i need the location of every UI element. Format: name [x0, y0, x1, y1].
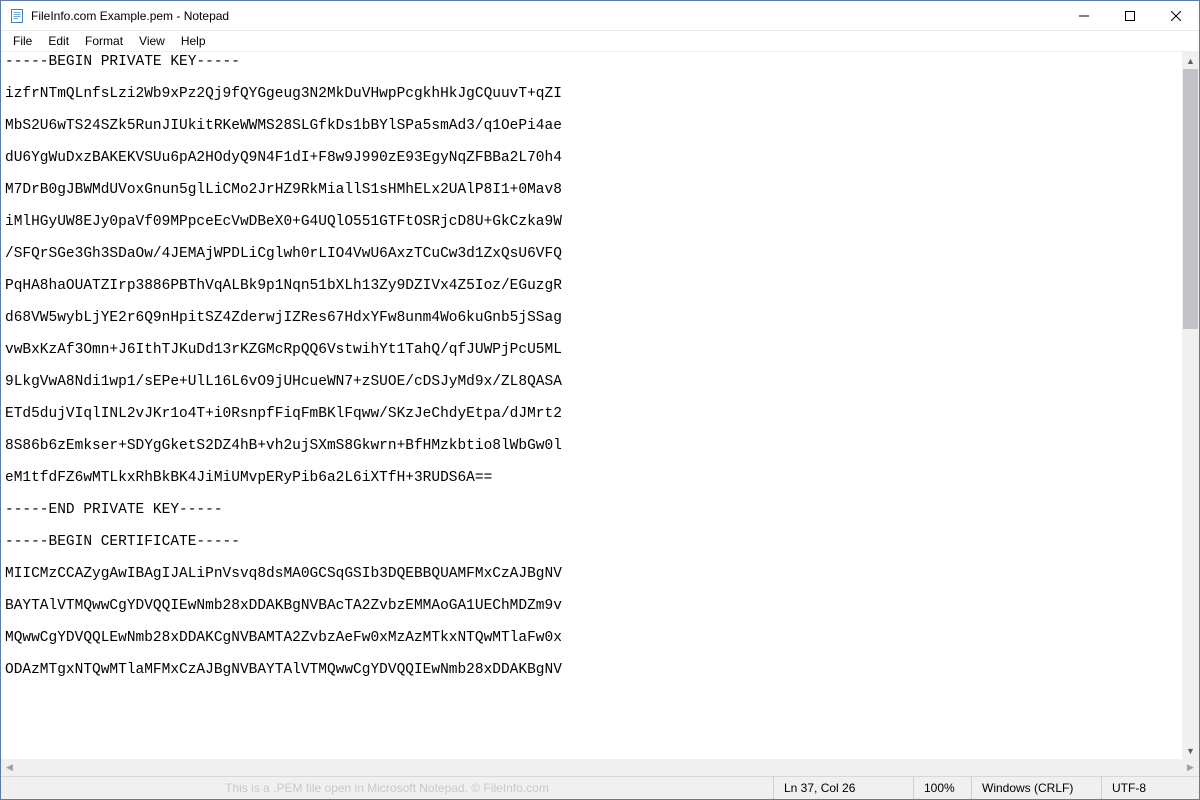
- scroll-up-arrow-icon[interactable]: ▲: [1182, 52, 1199, 69]
- scrollbar-thumb[interactable]: [1183, 69, 1198, 329]
- editor-area: -----BEGIN PRIVATE KEY----- izfrNTmQLnfs…: [1, 52, 1199, 759]
- menu-format[interactable]: Format: [77, 32, 131, 50]
- status-line-col: Ln 37, Col 26: [773, 777, 913, 799]
- notepad-app-icon: [9, 8, 25, 24]
- horizontal-scrollbar[interactable]: ◀ ▶: [1, 759, 1199, 776]
- text-editor[interactable]: -----BEGIN PRIVATE KEY----- izfrNTmQLnfs…: [1, 52, 1182, 759]
- menu-file[interactable]: File: [5, 32, 40, 50]
- vertical-scrollbar[interactable]: ▲ ▼: [1182, 52, 1199, 759]
- window-title: FileInfo.com Example.pem - Notepad: [31, 9, 229, 23]
- status-zoom: 100%: [913, 777, 971, 799]
- status-line-ending: Windows (CRLF): [971, 777, 1101, 799]
- notepad-window: FileInfo.com Example.pem - Notepad File …: [0, 0, 1200, 800]
- scroll-right-arrow-icon[interactable]: ▶: [1182, 759, 1199, 776]
- menu-view[interactable]: View: [131, 32, 173, 50]
- maximize-button[interactable]: [1107, 1, 1153, 31]
- close-button[interactable]: [1153, 1, 1199, 31]
- menubar: File Edit Format View Help: [1, 31, 1199, 52]
- scroll-down-arrow-icon[interactable]: ▼: [1182, 742, 1199, 759]
- minimize-button[interactable]: [1061, 1, 1107, 31]
- status-encoding: UTF-8: [1101, 777, 1199, 799]
- menu-help[interactable]: Help: [173, 32, 214, 50]
- statusbar: This is a .PEM file open in Microsoft No…: [1, 776, 1199, 799]
- scroll-left-arrow-icon[interactable]: ◀: [1, 759, 18, 776]
- status-caption: This is a .PEM file open in Microsoft No…: [1, 777, 773, 799]
- menu-edit[interactable]: Edit: [40, 32, 77, 50]
- titlebar: FileInfo.com Example.pem - Notepad: [1, 1, 1199, 31]
